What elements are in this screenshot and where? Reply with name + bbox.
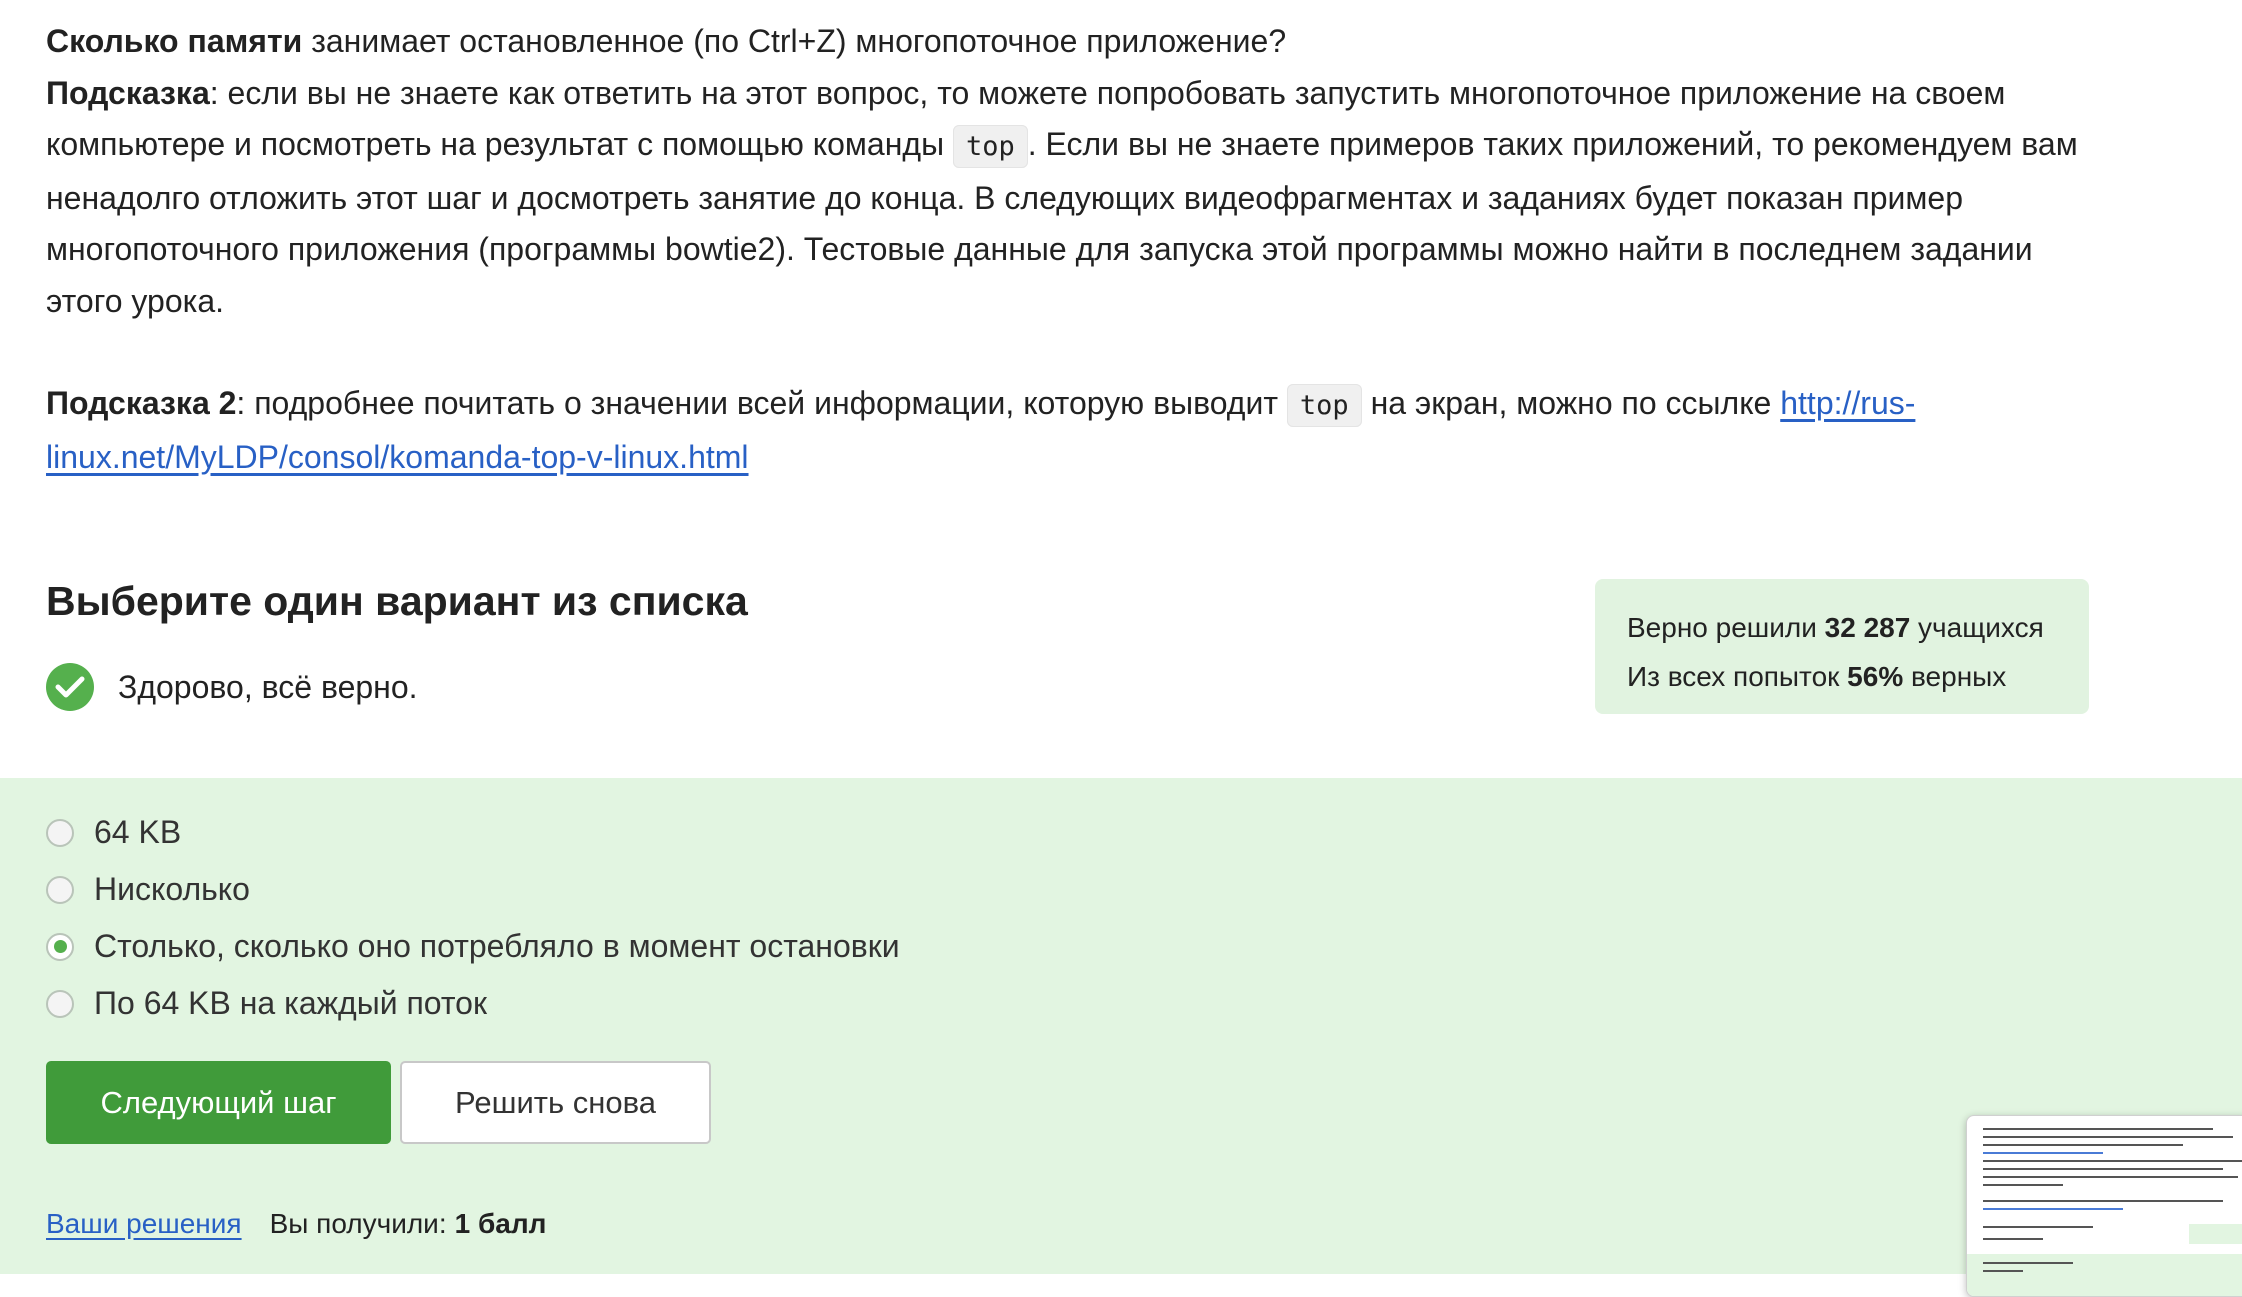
option-0[interactable]: 64 KB [46, 814, 181, 851]
radio-3[interactable] [46, 989, 74, 1018]
page-thumbnail-preview[interactable] [1966, 1115, 2242, 1297]
question-text: занимает остановленное (по Ctrl+Z) много… [302, 23, 1287, 59]
option-3[interactable]: По 64 KB на каждый поток [46, 985, 487, 1022]
retry-button[interactable]: Решить снова [400, 1061, 711, 1144]
hint2-paragraph: Подсказка 2: подробнее почитать о значен… [46, 378, 2106, 483]
stats-solved-suffix: учащихся [1910, 612, 2044, 643]
hint1-paragraph: Подсказка: если вы не знаете как ответит… [46, 68, 2106, 328]
stats-attempts-percent: 56% [1847, 661, 1904, 692]
radio-2-selected[interactable] [46, 932, 74, 961]
stats-solved: Верно решили 32 287 учащихся [1627, 603, 2057, 652]
check-circle-icon [46, 663, 94, 711]
options-area [0, 778, 2242, 1274]
question-paragraph: Сколько памяти занимает остановленное (п… [46, 16, 2106, 68]
radio-dot-icon [53, 940, 67, 953]
radio-1[interactable] [46, 875, 74, 904]
stats-solved-prefix: Верно решили [1627, 612, 1825, 643]
stats-attempts-suffix: верных [1903, 661, 2007, 692]
stats-box: Верно решили 32 287 учащихся Из всех поп… [1595, 579, 2089, 714]
option-2[interactable]: Столько, сколько оно потребляло в момент… [46, 928, 900, 965]
question-bold: Сколько памяти [46, 23, 303, 59]
score-value: 1 балл [454, 1208, 547, 1239]
hint1-code: top [952, 125, 1028, 168]
feedback-text: Здорово, всё верно. [118, 668, 418, 705]
footer: Ваши решения Вы получили: 1 балл [46, 1208, 546, 1240]
hint2-label: Подсказка 2 [46, 385, 237, 421]
step-text: Сколько памяти занимает остановленное (п… [46, 16, 2106, 483]
next-step-button[interactable]: Следующий шаг [46, 1061, 391, 1144]
score-label: Вы получили: [269, 1208, 447, 1239]
option-label-0: 64 KB [94, 814, 182, 850]
option-label-1: Нисколько [94, 871, 250, 907]
quiz-title: Выберите один вариант из списка [46, 578, 748, 624]
your-solutions-link[interactable]: Ваши решения [46, 1208, 242, 1240]
option-label-3: По 64 KB на каждый поток [94, 985, 487, 1021]
hint2-text-after: на экран, можно по ссылке [1361, 385, 1781, 421]
radio-0[interactable] [46, 818, 74, 847]
option-1[interactable]: Нисколько [46, 871, 250, 908]
stats-solved-count: 32 287 [1824, 612, 1911, 643]
option-label-2: Столько, сколько оно потребляло в момент… [94, 928, 900, 964]
feedback-row: Здорово, всё верно. [46, 663, 418, 711]
hint2-text-before: : подробнее почитать о значении всей инф… [236, 385, 1287, 421]
stats-attempts: Из всех попыток 56% верных [1627, 652, 2057, 701]
stats-attempts-prefix: Из всех попыток [1627, 661, 1848, 692]
hint2-code: top [1286, 384, 1362, 427]
hint1-label: Подсказка [46, 74, 210, 111]
